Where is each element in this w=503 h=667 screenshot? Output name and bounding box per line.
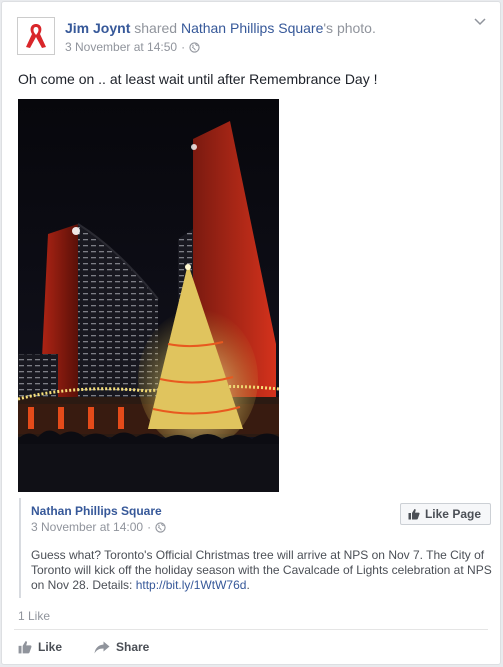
like-label: Like — [38, 640, 63, 654]
page-link[interactable]: Nathan Phillips Square — [181, 20, 323, 36]
post-photo[interactable] — [18, 99, 279, 492]
red-ribbon-icon — [26, 24, 46, 48]
description-end: . — [246, 578, 250, 592]
description-text: Guess what? Toronto's Official Christmas… — [31, 548, 492, 592]
share-label: Share — [116, 640, 150, 654]
action-text: shared — [130, 20, 181, 36]
thumbs-up-icon — [408, 509, 420, 520]
like-page-label: Like Page — [424, 507, 481, 521]
city-hall-christmas-tree-photo — [18, 99, 279, 492]
description-link[interactable]: http://bit.ly/1WtW76d — [136, 578, 247, 592]
like-page-button[interactable]: Like Page — [399, 503, 491, 525]
share-button[interactable]: Share — [94, 640, 149, 654]
shared-meta: 3 November at 14:00 · — [31, 520, 166, 534]
post-meta: 3 November at 14:50 · — [65, 40, 200, 54]
post-text: Oh come on .. at least wait until after … — [18, 71, 378, 87]
globe-icon[interactable] — [189, 41, 200, 53]
shared-page-name[interactable]: Nathan Phillips Square — [31, 504, 162, 518]
author-name-link[interactable]: Jim Joynt — [65, 20, 130, 36]
globe-icon[interactable] — [155, 521, 166, 533]
share-arrow-icon — [94, 641, 110, 653]
chevron-down-icon[interactable] — [474, 18, 486, 26]
likes-count[interactable]: 1 Like — [18, 609, 50, 623]
shared-post: Nathan Phillips Square 3 November at 14:… — [19, 498, 493, 598]
post-timestamp[interactable]: 3 November at 14:50 — [65, 40, 177, 54]
shared-description: Guess what? Toronto's Official Christmas… — [31, 548, 493, 593]
post-card: Jim Joynt shared Nathan Phillips Square'… — [1, 1, 501, 665]
meta-separator: · — [147, 520, 152, 534]
action-divider — [14, 629, 488, 630]
like-button[interactable]: Like — [18, 640, 62, 654]
shared-timestamp[interactable]: 3 November at 14:00 — [31, 520, 143, 534]
post-header: Jim Joynt shared Nathan Phillips Square'… — [65, 20, 376, 36]
meta-separator: · — [181, 40, 186, 54]
thumbs-up-icon — [18, 641, 32, 654]
action-suffix: 's photo. — [323, 20, 376, 36]
author-avatar[interactable] — [17, 17, 55, 55]
